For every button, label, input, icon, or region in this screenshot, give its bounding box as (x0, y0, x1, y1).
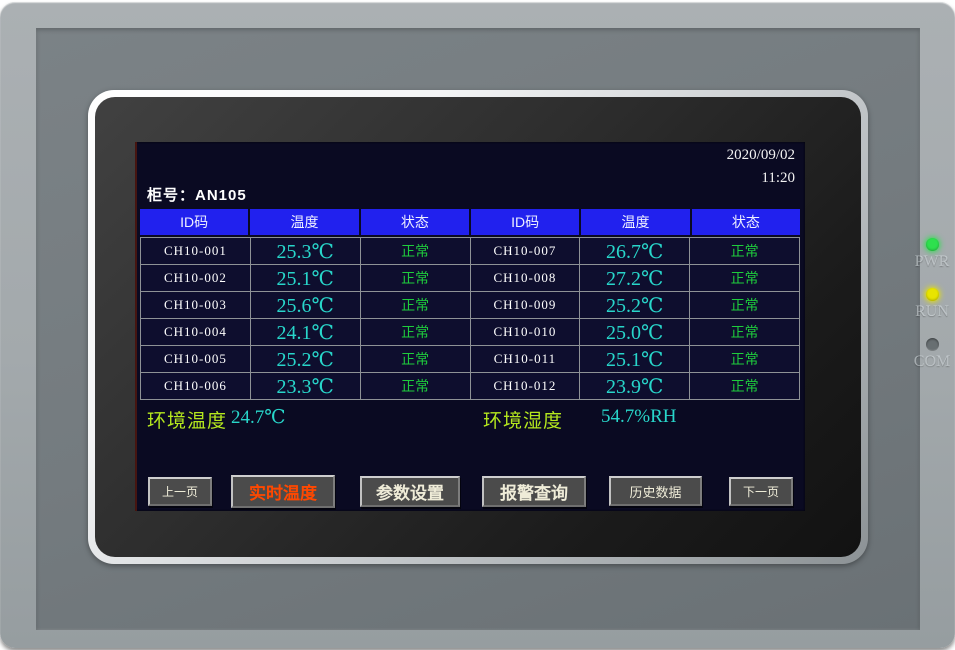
cabinet-label: 柜号：AN105 (147, 184, 247, 205)
datetime: 2020/09/02 11:20 (727, 144, 795, 190)
table-cell-id: CH10-006 (141, 373, 250, 399)
table-cell-id: CH10-010 (471, 319, 580, 345)
column-header: 状态 (692, 209, 800, 235)
table-cell-id: CH10-011 (471, 346, 580, 372)
environment-row: 环境温度 24.7℃ 环境湿度 54.7%RH (135, 406, 805, 438)
column-header: 状态 (361, 209, 469, 235)
column-header: ID码 (140, 209, 248, 235)
table-header-row: ID码温度状态ID码温度状态 (140, 209, 800, 235)
table-cell-status: 正常 (690, 373, 799, 399)
table-cell-temp: 25.1℃ (251, 265, 360, 291)
table-cell-status: 正常 (361, 238, 470, 264)
pwr-led-label: PWR (915, 253, 950, 271)
time-text: 11:20 (727, 167, 795, 190)
history-data-button[interactable]: 历史数据 (609, 476, 702, 506)
table-cell-status: 正常 (690, 238, 799, 264)
table-cell-status: 正常 (361, 319, 470, 345)
run-led: RUN (908, 288, 955, 321)
env-humidity-label: 环境湿度 (483, 406, 563, 433)
screen-frame: 2020/09/02 11:20 柜号：AN105 ID码温度状态ID码温度状态… (88, 90, 868, 564)
table-cell-id: CH10-003 (141, 292, 250, 318)
table-cell-id: CH10-009 (471, 292, 580, 318)
table-cell-temp: 25.2℃ (251, 346, 360, 372)
table-cell-id: CH10-002 (141, 265, 250, 291)
hmi-device: 2020/09/02 11:20 柜号：AN105 ID码温度状态ID码温度状态… (0, 2, 955, 648)
table-cell-temp: 23.9℃ (580, 373, 689, 399)
table-cell-id: CH10-001 (141, 238, 250, 264)
table-cell-temp: 23.3℃ (251, 373, 360, 399)
table-cell-temp: 25.3℃ (251, 238, 360, 264)
column-header: ID码 (471, 209, 579, 235)
com-led-label: COM (914, 353, 950, 371)
env-humidity-value: 54.7%RH (601, 406, 676, 428)
table-cell-status: 正常 (690, 292, 799, 318)
table-cell-temp: 26.7℃ (580, 238, 689, 264)
table-cell-temp: 25.6℃ (251, 292, 360, 318)
table-cell-id: CH10-007 (471, 238, 580, 264)
realtime-temp-button[interactable]: 实时温度 (231, 475, 335, 508)
next-page-button[interactable]: 下一页 (729, 477, 793, 506)
table-cell-status: 正常 (361, 373, 470, 399)
table-cell-temp: 24.1℃ (251, 319, 360, 345)
table-cell-status: 正常 (361, 265, 470, 291)
run-led-light (926, 288, 939, 301)
date-text: 2020/09/02 (727, 144, 795, 167)
table-cell-status: 正常 (361, 346, 470, 372)
table-cell-id: CH10-008 (471, 265, 580, 291)
table-cell-status: 正常 (690, 346, 799, 372)
table-cell-status: 正常 (361, 292, 470, 318)
lcd-screen: 2020/09/02 11:20 柜号：AN105 ID码温度状态ID码温度状态… (135, 142, 805, 511)
column-header: 温度 (250, 209, 358, 235)
table-cell-id: CH10-005 (141, 346, 250, 372)
table-cell-status: 正常 (690, 265, 799, 291)
pwr-led-light (926, 238, 939, 251)
table-cell-id: CH10-012 (471, 373, 580, 399)
com-led: COM (908, 338, 955, 371)
table-body: CH10-00125.3℃正常CH10-00726.7℃正常CH10-00225… (140, 237, 800, 400)
column-header: 温度 (581, 209, 689, 235)
table-cell-temp: 27.2℃ (580, 265, 689, 291)
front-panel: 2020/09/02 11:20 柜号：AN105 ID码温度状态ID码温度状态… (36, 28, 920, 630)
table-cell-temp: 25.1℃ (580, 346, 689, 372)
com-led-light (926, 338, 939, 351)
table-cell-temp: 25.0℃ (580, 319, 689, 345)
temperature-table: ID码温度状态ID码温度状态 CH10-00125.3℃正常CH10-00726… (140, 209, 800, 400)
env-temp-label: 环境温度 (147, 406, 227, 433)
run-led-label: RUN (915, 303, 949, 321)
alarm-query-button[interactable]: 报警查询 (482, 476, 586, 507)
table-cell-status: 正常 (690, 319, 799, 345)
led-indicators: PWR RUN COM (908, 238, 955, 388)
table-cell-temp: 25.2℃ (580, 292, 689, 318)
prev-page-button[interactable]: 上一页 (148, 477, 212, 506)
pwr-led: PWR (908, 238, 955, 271)
screen-bezel: 2020/09/02 11:20 柜号：AN105 ID码温度状态ID码温度状态… (95, 97, 861, 557)
param-settings-button[interactable]: 参数设置 (360, 476, 460, 507)
env-temp-value: 24.7℃ (231, 406, 286, 429)
table-cell-id: CH10-004 (141, 319, 250, 345)
